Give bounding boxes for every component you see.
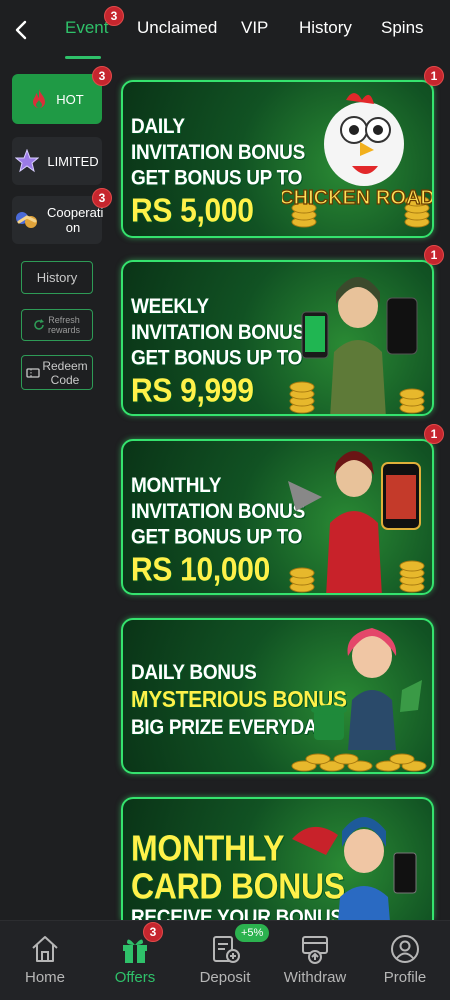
banner-badge: 1 xyxy=(424,245,444,265)
banner-monthly-invitation[interactable]: MONTHLY INVITATION BONUS GET BONUS UP TO… xyxy=(121,439,434,595)
nav-label: Home xyxy=(24,969,65,986)
red-hair-girl-art xyxy=(291,628,427,772)
banner-daily-invitation[interactable]: DAILY INVITATION BONUS GET BONUS UP TO R… xyxy=(121,80,434,238)
banner-badge: 1 xyxy=(424,424,444,444)
withdraw-icon xyxy=(302,936,328,964)
banner-line: GET BONUS UP TO xyxy=(131,346,303,371)
home-icon xyxy=(32,936,58,962)
sidebar-category-cooperation[interactable]: Cooperati on xyxy=(12,196,104,244)
tab-event-badge: 3 xyxy=(104,6,124,26)
nav-withdraw[interactable]: Withdraw xyxy=(275,921,355,1000)
refresh-rewards-button[interactable]: Refresh rewards xyxy=(21,309,93,341)
bottom-navigation: Home Offers Deposit Withdraw Profile xyxy=(0,920,450,1000)
fire-icon xyxy=(33,89,46,108)
banner-text: MONTHLY INVITATION BONUS GET BONUS UP TO… xyxy=(131,473,305,591)
redeem-code-label: Redeem Code xyxy=(42,358,88,387)
banner-line: MONTHLY xyxy=(131,474,222,498)
banner-line: INVITATION BONUS xyxy=(131,320,305,345)
banner-badge: 1 xyxy=(424,66,444,86)
sidebar-history-label: History xyxy=(36,270,78,285)
nav-label: Profile xyxy=(383,969,427,986)
hot-badge: 3 xyxy=(92,66,112,86)
chicken-word: CHICKEN ROAD xyxy=(282,187,432,209)
handshake-icon xyxy=(16,212,37,228)
nav-label: Deposit xyxy=(199,969,251,986)
cooperation-badge: 3 xyxy=(92,188,112,208)
ticket-icon xyxy=(26,367,40,378)
banner-text: WEEKLY INVITATION BONUS GET BONUS UP TO … xyxy=(131,294,305,412)
banner-line: DAILY xyxy=(131,115,185,139)
profile-icon xyxy=(391,935,419,963)
tab-unclaimed[interactable]: Unclaimed xyxy=(137,18,217,38)
banner-daily-bonus[interactable]: DAILY BONUS MYSTERIOUS BONUS BIG PRIZE E… xyxy=(121,618,434,774)
tab-spins[interactable]: Spins xyxy=(381,18,424,38)
banner-weekly-invitation[interactable]: WEEKLY INVITATION BONUS GET BONUS UP TO … xyxy=(121,260,434,416)
sidebar-category-label: Cooperati on xyxy=(47,205,104,235)
banner-amount: RS 5,000 xyxy=(131,192,254,230)
sidebar-category-label: LIMITED xyxy=(47,153,99,169)
top-tab-bar: Event 3 Unclaimed VIP History Spins xyxy=(0,0,450,60)
banner-line: GET BONUS UP TO xyxy=(131,525,303,550)
pilot-girl-blue-art xyxy=(292,817,417,920)
refresh-icon xyxy=(34,319,44,330)
tab-vip[interactable]: VIP xyxy=(241,18,268,38)
aviator-girl-art xyxy=(288,451,425,593)
chicken-road-art: CHICKEN ROAD xyxy=(282,93,432,228)
sidebar-history-button[interactable]: History xyxy=(21,261,93,294)
sidebar-category-hot[interactable]: HOT xyxy=(12,74,102,124)
refresh-rewards-label: Refresh rewards xyxy=(47,315,80,335)
redeem-code-button[interactable]: Redeem Code xyxy=(21,355,93,390)
banner-amount: RS 10,000 xyxy=(131,551,271,589)
pilot-girl-art xyxy=(289,277,425,414)
nav-home[interactable]: Home xyxy=(5,921,85,1000)
nav-label: Offers xyxy=(114,969,156,986)
banner-line: GET BONUS UP TO xyxy=(131,166,303,191)
banner-line: WEEKLY xyxy=(131,295,209,319)
nav-offers[interactable]: Offers xyxy=(95,921,175,1000)
active-tab-indicator xyxy=(65,56,101,59)
banner-monthly-card[interactable]: MONTHLY CARD BONUS RECEIVE YOUR BONUS xyxy=(121,797,434,920)
banner-line: INVITATION BONUS xyxy=(131,140,305,165)
nav-profile[interactable]: Profile xyxy=(365,921,445,1000)
back-button[interactable] xyxy=(8,14,34,46)
tab-history[interactable]: History xyxy=(299,18,352,38)
nav-label: Withdraw xyxy=(283,969,347,986)
tab-event[interactable]: Event xyxy=(65,18,108,38)
sidebar-category-limited[interactable]: LIMITED xyxy=(12,137,102,185)
deposit-bonus-pill: +5% xyxy=(235,924,270,942)
star-icon xyxy=(15,149,40,173)
banner-text: DAILY INVITATION BONUS GET BONUS UP TO R… xyxy=(131,114,305,232)
banner-amount: RS 9,999 xyxy=(131,372,254,410)
offers-badge: 3 xyxy=(143,922,163,942)
chevron-left-icon xyxy=(15,20,27,40)
banner-line: INVITATION BONUS xyxy=(131,499,305,524)
sidebar-category-label: HOT xyxy=(56,91,84,107)
